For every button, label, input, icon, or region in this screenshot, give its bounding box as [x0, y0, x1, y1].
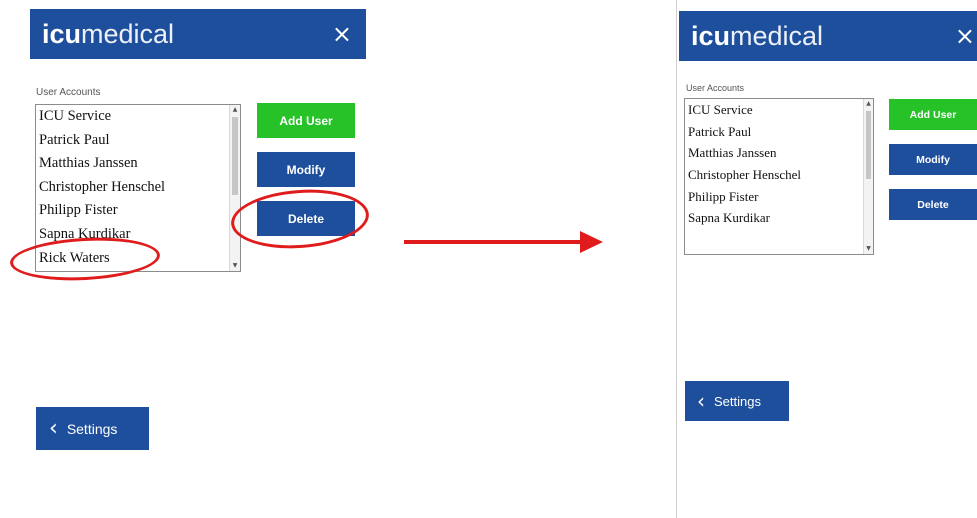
scroll-down-icon[interactable]: ▼ [230, 261, 240, 271]
icumedical-logo: icumedical [42, 19, 174, 50]
user-accounts-list[interactable]: ICU Service Patrick Paul Matthias Jansse… [684, 98, 874, 255]
logo-light-text: medical [81, 18, 175, 49]
list-item[interactable]: ICU Service [36, 105, 240, 129]
arrow-right-icon [404, 231, 603, 253]
settings-label: Settings [714, 393, 761, 409]
list-scrollbar[interactable]: ▲ ▼ [863, 99, 873, 254]
icumedical-logo: icumedical [691, 21, 823, 52]
list-item[interactable]: Christopher Henschel [685, 164, 873, 186]
close-icon[interactable]: × [955, 22, 975, 50]
scroll-thumb[interactable] [232, 117, 238, 195]
list-item[interactable]: Christopher Henschel [36, 176, 240, 200]
modify-button[interactable]: Modify [889, 144, 977, 175]
list-item[interactable]: Philipp Fister [685, 186, 873, 208]
panel-divider [676, 0, 677, 518]
user-accounts-label: User Accounts [686, 83, 745, 93]
close-icon[interactable]: × [332, 20, 352, 48]
scroll-thumb[interactable] [866, 111, 871, 179]
list-item[interactable]: Philipp Fister [36, 199, 240, 223]
list-item[interactable]: ICU Service [685, 99, 873, 121]
scroll-down-icon[interactable]: ▼ [864, 244, 873, 254]
user-accounts-label: User Accounts [36, 87, 101, 98]
scroll-up-icon[interactable]: ▲ [864, 99, 873, 109]
logo-light-text: medical [730, 20, 824, 51]
annotation-circle-delete [229, 185, 371, 253]
add-user-button[interactable]: Add User [257, 103, 355, 138]
list-item[interactable]: Patrick Paul [36, 129, 240, 153]
list-item[interactable]: Matthias Janssen [36, 152, 240, 176]
app-header: icumedical × [30, 9, 366, 59]
delete-button[interactable]: Delete [889, 189, 977, 220]
list-scrollbar[interactable]: ▲ ▼ [229, 105, 240, 271]
settings-back-button[interactable]: ‹ Settings [685, 381, 789, 421]
logo-bold-text: icu [691, 20, 731, 51]
list-item[interactable]: Patrick Paul [685, 121, 873, 143]
annotation-circle-rick-waters [9, 234, 161, 284]
settings-label: Settings [66, 420, 118, 437]
modify-button[interactable]: Modify [257, 152, 355, 187]
list-item[interactable]: Matthias Janssen [685, 142, 873, 164]
settings-back-button[interactable]: ‹ Settings [36, 407, 149, 450]
list-item[interactable]: Sapna Kurdikar [685, 207, 873, 229]
chevron-left-icon: ‹ [697, 389, 705, 413]
add-user-button[interactable]: Add User [889, 99, 977, 130]
logo-bold-text: icu [42, 18, 82, 49]
chevron-left-icon: ‹ [49, 416, 58, 441]
app-header: icumedical × [679, 11, 977, 61]
scroll-up-icon[interactable]: ▲ [230, 105, 240, 115]
